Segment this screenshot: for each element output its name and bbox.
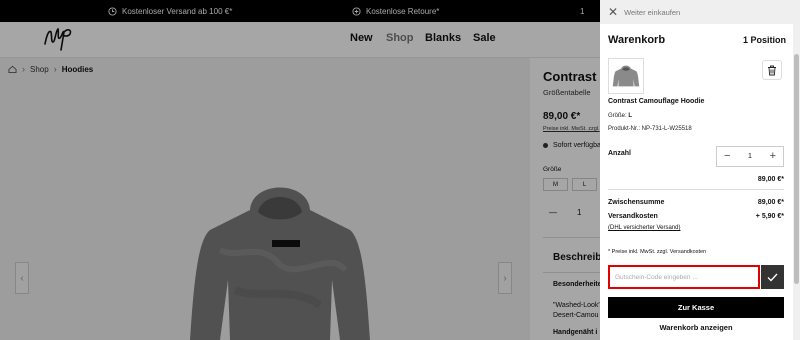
close-icon[interactable]: ✕: [608, 6, 618, 18]
quantity-stepper: − 1 +: [716, 146, 784, 167]
shipping-label: Versandkosten: [608, 213, 658, 220]
cart-item-size-value: L: [628, 113, 633, 119]
shipping-method-link[interactable]: (DHL versicherter Versand): [608, 225, 680, 231]
checkout-button[interactable]: Zur Kasse: [608, 297, 784, 318]
cart-item-sku: Produkt-Nr.: NP-731-L-W25518: [608, 126, 692, 132]
plus-icon[interactable]: +: [770, 151, 776, 162]
vat-note: * Preise inkl. MwSt. zzgl. Versandkosten: [608, 249, 707, 255]
voucher-field[interactable]: [608, 265, 760, 289]
quantity-value[interactable]: 1: [748, 153, 752, 160]
cart-count: 1 Position: [742, 35, 786, 45]
cart-item-size: Größe: L: [608, 113, 632, 119]
cart-title: Warenkorb: [608, 34, 666, 46]
quantity-label: Anzahl: [608, 150, 631, 157]
view-cart-link[interactable]: Warenkorb anzeigen: [600, 323, 792, 332]
cart-item-name[interactable]: Contrast Camouflage Hoodie: [608, 98, 704, 105]
voucher-submit-button[interactable]: [761, 265, 784, 289]
minus-icon[interactable]: −: [724, 151, 730, 162]
scrollbar-thumb[interactable]: [794, 54, 799, 284]
continue-shopping-label[interactable]: Weiter einkaufen: [624, 8, 680, 17]
line-item-price: 89,00 €*: [757, 176, 784, 183]
hoodie-thumbnail-icon: [612, 65, 640, 87]
cart-drawer: ✕ Weiter einkaufen Warenkorb 1 Position …: [600, 0, 800, 340]
cart-item-size-label: Größe:: [608, 113, 627, 119]
remove-item-button[interactable]: [762, 60, 782, 80]
subtotal-label: Zwischensumme: [608, 199, 665, 206]
shipping-value: + 5,90 €*: [755, 213, 784, 220]
checkmark-icon: [767, 273, 778, 281]
drawer-scrollbar[interactable]: [793, 24, 800, 340]
continue-shopping-bar[interactable]: ✕ Weiter einkaufen: [600, 0, 800, 24]
voucher-input[interactable]: [615, 273, 755, 281]
subtotal-value: 89,00 €*: [757, 199, 784, 206]
cart-item-thumbnail[interactable]: [608, 58, 644, 94]
divider: [608, 189, 784, 190]
trash-icon: [768, 65, 776, 75]
